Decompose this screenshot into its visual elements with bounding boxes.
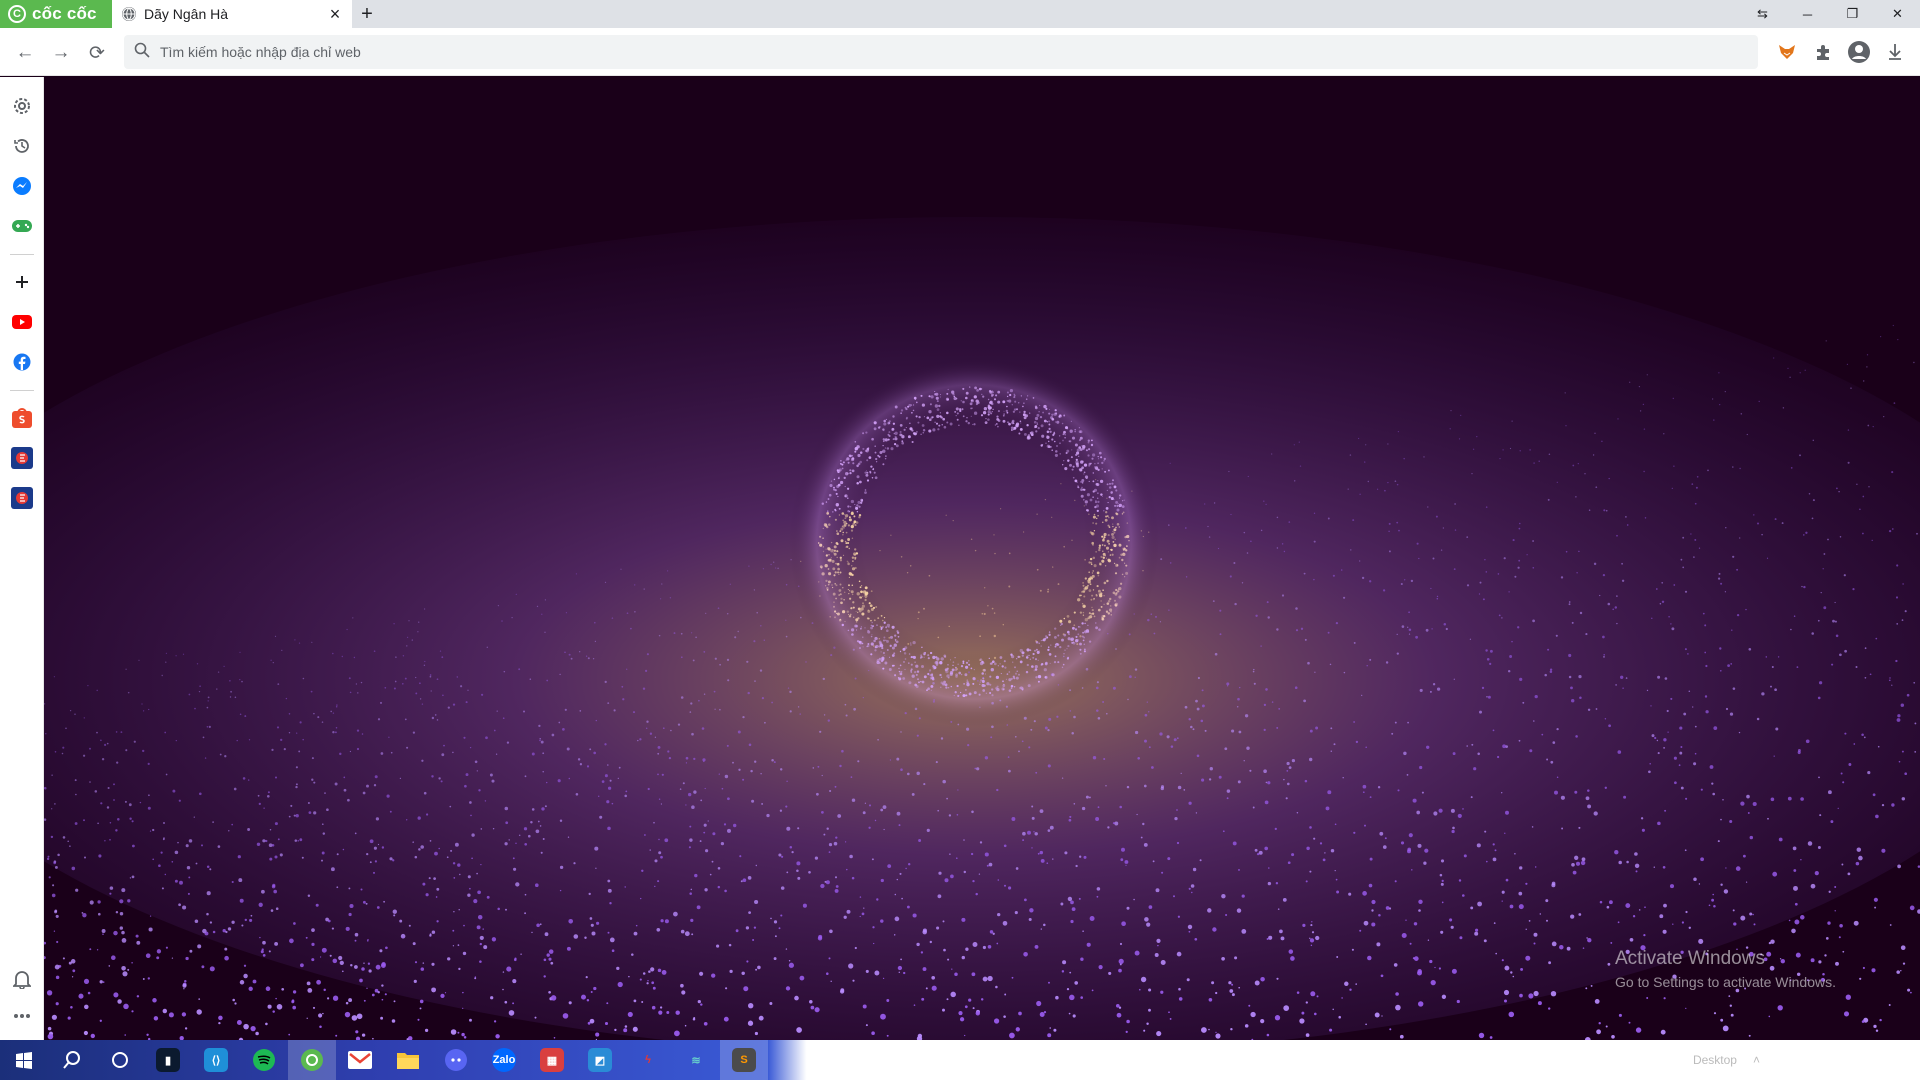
windows-start-icon[interactable] bbox=[0, 1040, 48, 1080]
coccoc-logo-icon: C bbox=[8, 5, 26, 23]
tab-search-icon[interactable]: ⇆ bbox=[1740, 0, 1785, 28]
coccoc-icon[interactable] bbox=[288, 1040, 336, 1080]
new-tab-button[interactable]: + bbox=[356, 3, 378, 25]
download-icon[interactable] bbox=[1882, 38, 1908, 66]
search-icon bbox=[134, 42, 150, 63]
close-window-icon[interactable]: ✕ bbox=[1875, 0, 1920, 28]
game-app-icon[interactable] bbox=[9, 485, 35, 511]
file-explorer-icon[interactable] bbox=[384, 1040, 432, 1080]
cortana-icon[interactable] bbox=[96, 1040, 144, 1080]
close-tab-icon[interactable]: × bbox=[326, 4, 344, 24]
shopee-icon[interactable] bbox=[9, 405, 35, 431]
address-input[interactable] bbox=[160, 44, 1758, 60]
watermark-subtitle: Go to Settings to activate Windows. bbox=[1615, 974, 1836, 990]
facebook-icon[interactable] bbox=[9, 349, 35, 375]
fox-extension-icon[interactable] bbox=[1774, 38, 1800, 66]
app-icon[interactable]: ▮ bbox=[144, 1040, 192, 1080]
tab-active[interactable]: Dãy Ngân Hà × bbox=[112, 0, 352, 28]
restore-icon[interactable]: ❐ bbox=[1830, 0, 1875, 28]
reload-icon[interactable]: ⟳ bbox=[84, 40, 110, 66]
zalo-label: Zalo bbox=[492, 1048, 516, 1072]
sidebar bbox=[0, 77, 44, 1040]
vscode-icon[interactable]: ⟨⟩ bbox=[192, 1040, 240, 1080]
account-icon[interactable] bbox=[1846, 38, 1872, 66]
messenger-icon[interactable] bbox=[9, 173, 35, 199]
sublime-icon[interactable]: S bbox=[720, 1040, 768, 1080]
chevron-up-icon[interactable]: ˄ bbox=[1753, 1053, 1760, 1067]
gamepad-icon[interactable] bbox=[9, 213, 35, 239]
gmail-icon[interactable] bbox=[336, 1040, 384, 1080]
sidebar-divider bbox=[10, 254, 34, 255]
youtube-icon[interactable] bbox=[9, 309, 35, 335]
bell-icon[interactable] bbox=[9, 966, 35, 992]
history-icon[interactable] bbox=[9, 133, 35, 159]
galaxy-particles bbox=[44, 77, 1920, 1040]
sidebar-divider bbox=[10, 390, 34, 391]
game-app-icon[interactable] bbox=[9, 445, 35, 471]
window-controls: ⇆ ─ ❐ ✕ bbox=[1740, 0, 1920, 28]
galaxy-canvas[interactable]: Activate Windows Go to Settings to activ… bbox=[44, 77, 1920, 1040]
settings-icon[interactable] bbox=[9, 93, 35, 119]
coccoc-brand[interactable]: C cốc cốc bbox=[0, 0, 112, 28]
windows-taskbar: ▮ ⟨⟩ Zalo ▦ ◩ ϟ ≋ S Desktop ˄ bbox=[0, 1040, 1920, 1080]
toolbar-actions bbox=[1774, 38, 1908, 66]
add-icon[interactable] bbox=[9, 269, 35, 295]
discord-icon[interactable] bbox=[432, 1040, 480, 1080]
brand-text: cốc cốc bbox=[32, 4, 97, 23]
forward-icon[interactable]: → bbox=[48, 40, 74, 66]
app-icon[interactable]: ▦ bbox=[528, 1040, 576, 1080]
more-icon[interactable] bbox=[9, 1003, 35, 1029]
globe-icon bbox=[122, 7, 136, 21]
tab-title: Dãy Ngân Hà bbox=[144, 6, 229, 22]
system-tray: Desktop ˄ bbox=[1693, 1040, 1760, 1080]
address-bar[interactable] bbox=[124, 35, 1758, 69]
app-icon[interactable]: ◩ bbox=[576, 1040, 624, 1080]
minimize-icon[interactable]: ─ bbox=[1785, 0, 1830, 28]
watermark-title: Activate Windows bbox=[1615, 948, 1765, 969]
puzzle-icon[interactable] bbox=[1810, 38, 1836, 66]
app-icon[interactable]: ≋ bbox=[672, 1040, 720, 1080]
back-icon[interactable]: ← bbox=[12, 40, 38, 66]
search-icon[interactable] bbox=[48, 1040, 96, 1080]
spotify-icon[interactable] bbox=[240, 1040, 288, 1080]
tab-strip: C cốc cốc Dãy Ngân Hà × + ⇆ ─ ❐ ✕ bbox=[0, 0, 1920, 28]
app-icon[interactable]: ϟ bbox=[624, 1040, 672, 1080]
toolbar: ← → ⟳ bbox=[0, 28, 1920, 76]
activate-windows-watermark: Activate Windows Go to Settings to activ… bbox=[1615, 948, 1836, 990]
desktop-label[interactable]: Desktop bbox=[1693, 1053, 1737, 1067]
zalo-icon[interactable]: Zalo bbox=[480, 1040, 528, 1080]
